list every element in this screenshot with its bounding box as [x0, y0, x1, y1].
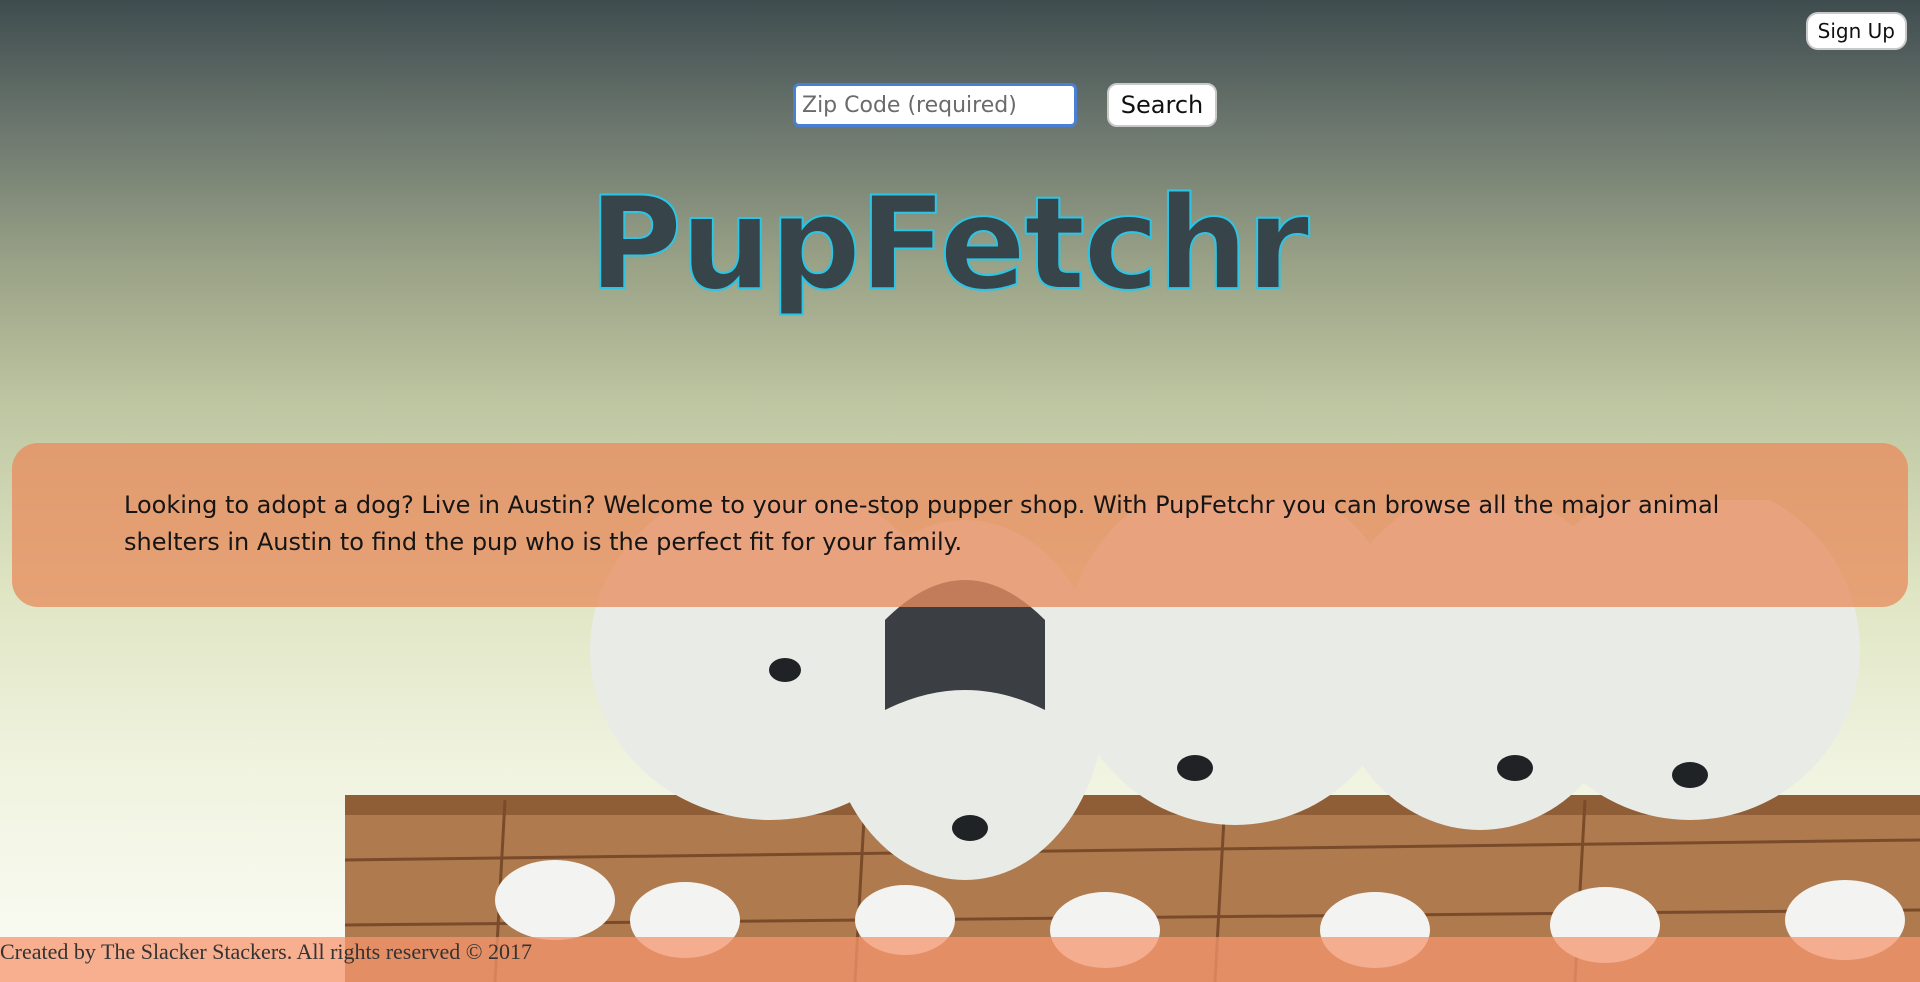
search-bar: Search [793, 83, 1217, 127]
footer-text: Created by The Slacker Stackers. All rig… [0, 939, 532, 964]
sign-up-button[interactable]: Sign Up [1805, 12, 1907, 50]
search-button[interactable]: Search [1107, 83, 1217, 127]
pupfetchr-logo: PupFetchr [588, 169, 1311, 320]
intro-text: Looking to adopt a dog? Live in Austin? … [124, 491, 1720, 556]
zip-code-input[interactable] [793, 83, 1077, 127]
footer: Created by The Slacker Stackers. All rig… [0, 937, 1920, 982]
intro-panel: Looking to adopt a dog? Live in Austin? … [12, 443, 1908, 607]
